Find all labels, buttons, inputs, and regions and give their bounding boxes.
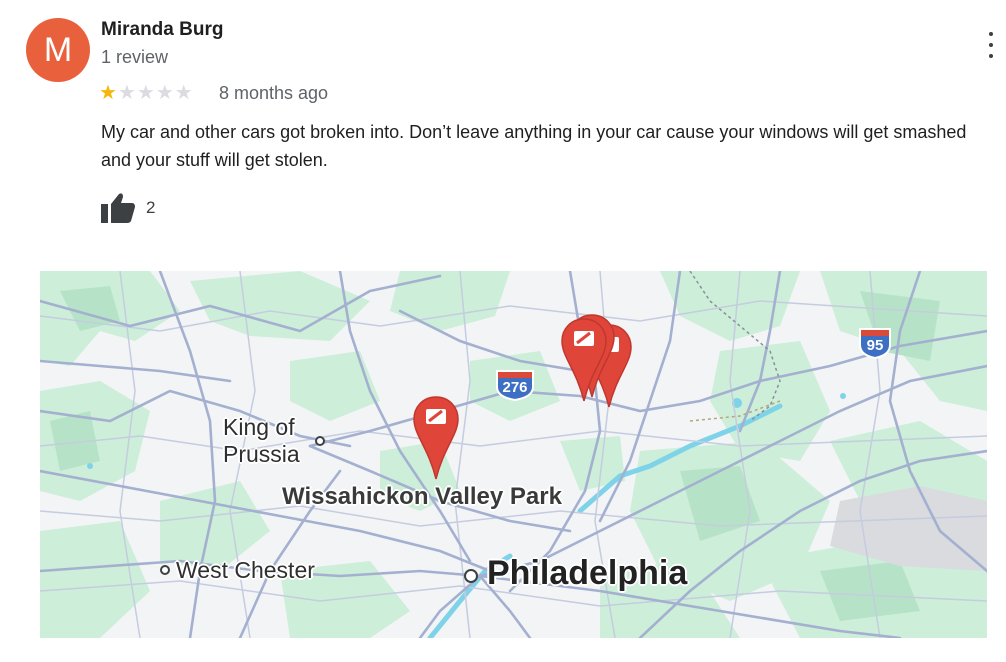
city-dot-philadelphia (464, 569, 478, 583)
like-button[interactable]: 2 (100, 192, 155, 224)
review-time: 8 months ago (219, 83, 329, 103)
map[interactable]: 276 95 King of Prussia Wissahickon Valle… (40, 271, 987, 638)
map-label-philadelphia[interactable]: Philadelphia (487, 554, 687, 593)
map-pin-icon[interactable] (412, 395, 460, 481)
review-text: My car and other cars got broken into. D… (101, 122, 967, 170)
star-icon: ★ (155, 82, 175, 104)
more-options-button[interactable] (984, 32, 998, 58)
more-vert-icon (989, 32, 993, 36)
interstate-95-shield: 95 (858, 327, 892, 359)
avatar[interactable]: M (26, 18, 90, 82)
like-count: 2 (146, 198, 156, 217)
city-dot-west-chester (160, 565, 170, 575)
map-label-wissahickon[interactable]: Wissahickon Valley Park (282, 483, 562, 511)
interstate-276-shield: 276 (495, 369, 535, 401)
map-label-west-chester[interactable]: West Chester (176, 557, 315, 584)
map-pin-icon[interactable] (560, 317, 608, 403)
shield-label: 276 (502, 379, 528, 396)
star-icon: ★ (136, 82, 156, 104)
reviewer-review-count: 1 review (101, 47, 169, 67)
thumb-up-icon (101, 193, 135, 223)
star-icon: ★ (117, 82, 137, 104)
map-label-king-of-prussia[interactable]: King of Prussia (223, 414, 300, 468)
star-rating: ★★★★★ (99, 82, 194, 104)
map-label-line: King of (223, 414, 295, 440)
reviewer-name[interactable]: Miranda Burg (101, 19, 223, 41)
shield-label: 95 (866, 337, 884, 354)
star-icon: ★ (99, 82, 118, 104)
star-icon: ★ (174, 82, 194, 104)
map-label-line: Prussia (223, 441, 300, 467)
city-dot-king-of-prussia (315, 436, 325, 446)
